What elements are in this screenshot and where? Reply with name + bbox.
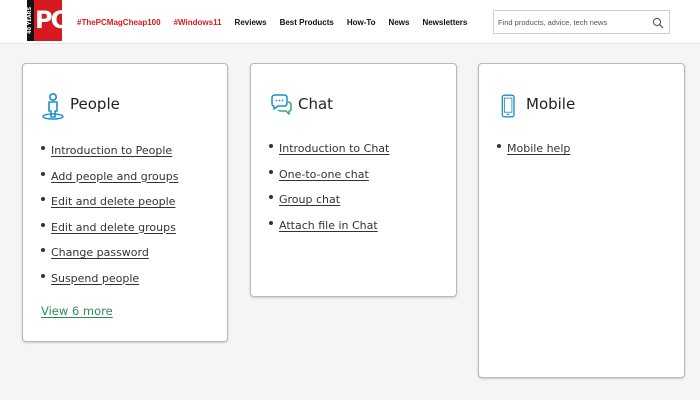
link-one-to-one-chat[interactable]: One-to-one chat <box>279 168 369 181</box>
search-icon[interactable] <box>652 17 664 29</box>
nav-link-newsletters[interactable]: Newsletters <box>422 18 467 27</box>
pcmag-logo[interactable]: 40 YEARS PC <box>27 0 62 41</box>
list-item: Introduction to People <box>41 141 178 167</box>
view-more-link[interactable]: View 6 more <box>41 304 113 318</box>
nav-link-thepcmagcheap100[interactable]: #ThePCMagCheap100 <box>77 18 161 27</box>
list-item: Mobile help <box>497 139 570 165</box>
list-item: Change password <box>41 243 178 269</box>
list-item: Add people and groups <box>41 167 178 193</box>
search-box <box>493 10 670 34</box>
people-card-title: People <box>70 95 120 113</box>
list-item: Suspend people <box>41 269 178 295</box>
list-item: One-to-one chat <box>269 165 389 191</box>
mobile-card-title: Mobile <box>526 95 576 113</box>
logo-text: PC <box>35 6 62 34</box>
link-group-chat[interactable]: Group chat <box>279 193 340 206</box>
mobile-card: Mobile Mobile help <box>478 63 685 378</box>
link-attach-file-in-chat[interactable]: Attach file in Chat <box>279 219 378 232</box>
top-navigation-bar: 40 YEARS PC #ThePCMagCheap100 #Windows11… <box>0 0 700 44</box>
chat-bubbles-icon <box>271 94 292 115</box>
link-change-password[interactable]: Change password <box>51 246 149 259</box>
list-item: Edit and delete people <box>41 192 178 218</box>
chat-link-list: Introduction to Chat One-to-one chat Gro… <box>269 139 389 241</box>
nav-link-reviews[interactable]: Reviews <box>235 18 267 27</box>
person-icon <box>42 92 64 120</box>
link-introduction-to-people[interactable]: Introduction to People <box>51 144 172 157</box>
mobile-phone-icon <box>501 94 515 118</box>
nav-link-best-products[interactable]: Best Products <box>280 18 334 27</box>
link-introduction-to-chat[interactable]: Introduction to Chat <box>279 142 389 155</box>
search-input[interactable] <box>498 15 648 29</box>
list-item: Introduction to Chat <box>269 139 389 165</box>
chat-card-title: Chat <box>298 95 334 113</box>
link-mobile-help[interactable]: Mobile help <box>507 142 570 155</box>
nav-link-how-to[interactable]: How-To <box>347 18 376 27</box>
mobile-link-list: Mobile help <box>497 139 570 165</box>
people-card: People Introduction to People Add people… <box>22 63 228 342</box>
nav-link-windows11[interactable]: #Windows11 <box>174 18 222 27</box>
list-item: Edit and delete groups <box>41 218 178 244</box>
list-item: Attach file in Chat <box>269 216 389 242</box>
link-add-people-and-groups[interactable]: Add people and groups <box>51 170 178 183</box>
link-edit-and-delete-people[interactable]: Edit and delete people <box>51 195 175 208</box>
list-item: Group chat <box>269 190 389 216</box>
link-edit-and-delete-groups[interactable]: Edit and delete groups <box>51 221 176 234</box>
link-suspend-people[interactable]: Suspend people <box>51 272 139 285</box>
logo-anniversary-badge: 40 YEARS <box>27 0 34 41</box>
chat-card: Chat Introduction to Chat One-to-one cha… <box>250 63 457 297</box>
nav-link-news[interactable]: News <box>389 18 410 27</box>
people-link-list: Introduction to People Add people and gr… <box>41 141 178 294</box>
main-nav: #ThePCMagCheap100 #Windows11 Reviews Bes… <box>77 0 480 44</box>
